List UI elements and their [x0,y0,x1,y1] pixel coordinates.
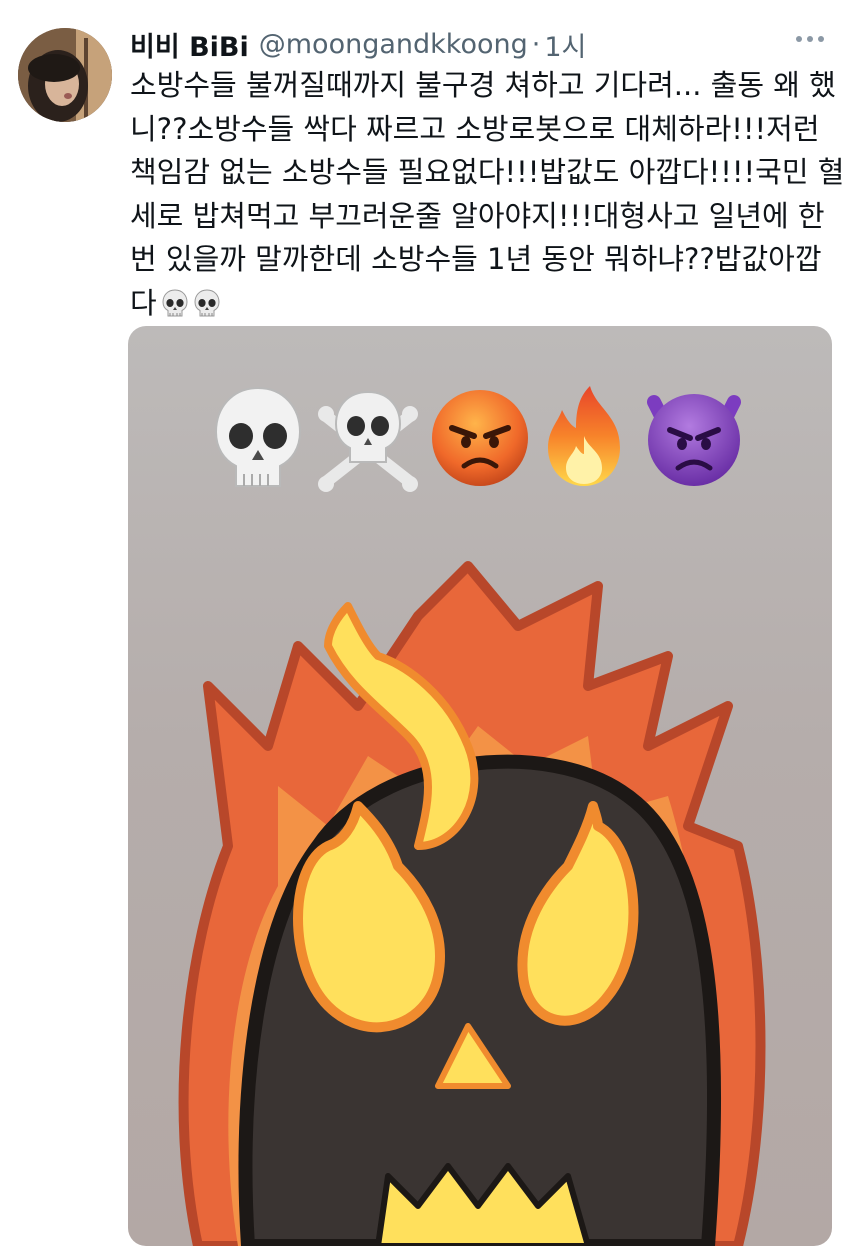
angry-devil-emoji [647,394,741,486]
avatar[interactable] [18,28,112,122]
tweet-text-line: 책임감 없는 소방수들 필요없다!!!밥값도 아깝다!!!!국민 혈 [130,155,845,189]
tweet-card[interactable]: 비비 BiBi @moongandkkoong · 1시 소방수들 불꺼질때까지… [0,0,850,1246]
media-canvas [178,386,766,1246]
fire-emoji [548,386,620,486]
tweet-text: 소방수들 불꺼질때까지 불구경 쳐하고 기다려... 출동 왜 했 니??소방수… [130,64,845,326]
tweet-header: 비비 BiBi @moongandkkoong · 1시 [130,25,586,64]
angry-face-emoji [432,390,528,486]
tweet-text-last-line: 다 [130,282,830,326]
separator-dot: · [531,28,541,60]
tweet-text-line: 다 [130,285,157,320]
tweet-text-line: 세로 밥쳐먹고 부끄러운줄 알아야지!!!대형사고 일년에 한 [130,198,825,233]
skull-crossbones-emoji [318,390,418,492]
flaming-skull-sticker [178,561,766,1246]
tweet-text-line: 니??소방수들 싹다 짜르고 소방로봇으로 대체하라!!!저런 [130,111,820,146]
more-horizontal-icon[interactable] [790,30,830,48]
tweet-text-line: 소방수들 불꺼질때까지 불구경 쳐하고 기다려... 출동 왜 했 [130,68,836,102]
user-handle[interactable]: @moongandkkoong [259,29,528,60]
skull-emoji [194,288,220,316]
skull-emoji [214,386,302,487]
skull-emoji [162,288,188,316]
tweet-media-image[interactable] [128,326,832,1246]
timestamp[interactable]: 1시 [544,25,586,64]
tweet-text-line: 번 있을까 말까한데 소방수들 1년 동안 뭐하냐??밥값아깝 [130,242,822,276]
display-name[interactable]: 비비 BiBi [130,25,249,64]
avatar-photo [18,28,112,122]
